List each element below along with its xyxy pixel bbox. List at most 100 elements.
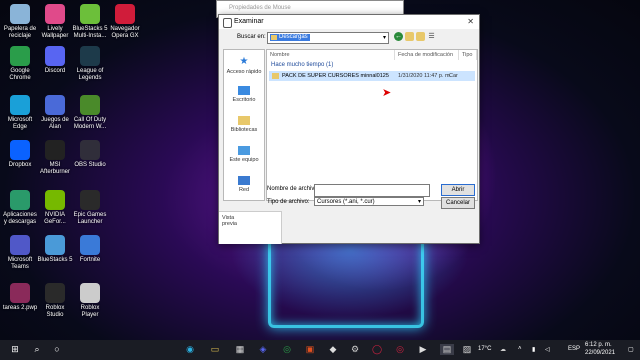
desktop-shortcut[interactable]: Fortnite — [72, 235, 108, 264]
weather-icon[interactable]: ☁ — [500, 346, 506, 353]
desktop-shortcut-label: Juegos de Alan — [41, 117, 69, 130]
settings-taskbar-icon[interactable]: ⚙ — [350, 344, 360, 355]
desktop-shortcut[interactable]: Roblox Player — [72, 283, 108, 319]
folder-icon — [272, 73, 279, 79]
roblox-studio-icon — [45, 283, 65, 303]
task-view-icon[interactable]: ○ — [52, 344, 62, 355]
chevron-down-icon[interactable]: ▾ — [418, 198, 421, 207]
desktop-shortcut[interactable]: League of Legends — [72, 46, 108, 82]
filetype-select[interactable]: Cursores (*.ani, *.cur) ▾ — [314, 197, 424, 206]
place-label: Red — [238, 187, 250, 193]
chevron-down-icon[interactable]: ▾ — [383, 34, 386, 41]
desktop-shortcut[interactable]: BlueStacks 5 Multi-Insta... — [72, 4, 108, 40]
column-name[interactable]: Nombre — [267, 50, 395, 60]
apps-folder-icon — [10, 190, 30, 210]
column-type[interactable]: Tipo — [459, 50, 477, 60]
desktop-shortcut[interactable]: tareas 2.pwp — [2, 283, 38, 312]
wallpaper-neon-frame — [268, 230, 424, 328]
explorer-taskbar-icon[interactable]: ▭ — [210, 344, 220, 355]
preview-pane: Vista previa — [219, 211, 282, 244]
desktop-shortcut[interactable]: Papelera de reciclaje — [2, 4, 38, 40]
open-button[interactable]: Abrir — [441, 184, 475, 196]
desktop-shortcut-label: BlueStacks 5 Multi-Insta... — [72, 26, 108, 39]
network-icon — [238, 176, 250, 185]
volume-icon[interactable]: ◁ — [545, 346, 550, 353]
desktop-shortcut[interactable]: NVIDIA GeFor... — [37, 190, 73, 226]
edge-taskbar-icon[interactable]: ◉ — [185, 344, 195, 355]
desktop-shortcut[interactable]: MSI Afterburner — [37, 140, 73, 176]
temperature[interactable]: 17°C — [478, 346, 491, 352]
place-desktop[interactable]: Escritorio — [224, 86, 264, 103]
dialog-title: Examinar — [234, 18, 264, 25]
recycle-bin-icon — [10, 4, 30, 24]
windows-start-icon[interactable]: ⊞ — [10, 344, 20, 355]
app-taskbar-icon[interactable]: ◆ — [328, 344, 338, 355]
tray-chevron-icon[interactable]: ˄ — [518, 346, 522, 352]
active-window-taskbar-icon[interactable]: ▤ — [440, 344, 454, 355]
group-header[interactable]: Hace mucho tiempo (1) — [271, 62, 333, 68]
bluestacks-icon — [80, 4, 100, 24]
desktop-shortcut[interactable]: Discord — [37, 46, 73, 75]
desktop-shortcut[interactable]: Call Of Duty Modern W... — [72, 95, 108, 131]
view-menu-icon[interactable]: ☰ — [427, 32, 436, 41]
place-network[interactable]: Red — [224, 176, 264, 193]
fortnite-icon — [80, 235, 100, 255]
up-folder-icon[interactable] — [405, 32, 414, 41]
notifications-icon[interactable]: ▢ — [628, 346, 634, 353]
file-row[interactable]: PACK DE SUPER CURSORES minnal0125 1/31/2… — [269, 71, 475, 81]
desktop-shortcut[interactable]: Navegador Opera GX — [107, 4, 143, 40]
close-icon[interactable]: ✕ — [467, 17, 474, 26]
desktop-shortcut-label: Roblox Player — [80, 305, 100, 318]
document-icon — [10, 283, 30, 303]
store-taskbar-icon[interactable]: ▦ — [235, 344, 245, 355]
desktop-shortcut-label: Call Of Duty Modern W... — [73, 117, 107, 130]
desktop-shortcut[interactable]: OBS Studio — [72, 140, 108, 169]
dialog-titlebar[interactable]: Examinar ✕ — [219, 15, 479, 29]
place-label: Acceso rápido — [226, 69, 262, 75]
desktop-shortcut[interactable]: BlueStacks 5 — [37, 235, 73, 264]
column-date[interactable]: Fecha de modificación — [395, 50, 459, 60]
language-indicator[interactable]: ESP — [568, 346, 580, 352]
browse-dialog: Examinar ✕ Buscar en: Descargas ▾ ← ☰ ★ … — [218, 14, 480, 244]
desktop-shortcut-label: Microsoft Edge — [7, 117, 33, 130]
look-in-label: Buscar en: — [237, 34, 266, 40]
chrome-taskbar-icon[interactable]: ◎ — [282, 344, 292, 355]
look-in-combo[interactable]: Descargas ▾ — [267, 32, 389, 44]
place-this-pc[interactable]: Este equipo — [224, 146, 264, 163]
opera-taskbar-icon[interactable]: ◯ — [372, 344, 382, 355]
desktop-shortcut-label: Epic Games Launcher — [73, 212, 107, 225]
place-quick-access[interactable]: ★ Acceso rápido — [224, 56, 264, 75]
desktop-shortcut[interactable]: Dropbox — [2, 140, 38, 169]
clock-date[interactable]: 22/09/2021 — [585, 350, 615, 356]
star-icon: ★ — [239, 56, 249, 67]
file-list[interactable]: Nombre Fecha de modificación Tipo Hace m… — [266, 49, 478, 201]
desktop-shortcut[interactable]: Microsoft Teams — [2, 235, 38, 271]
search-icon[interactable]: ⌕ — [32, 344, 42, 355]
network-tray-icon[interactable]: ▮ — [532, 346, 535, 353]
back-icon[interactable]: ← — [394, 32, 403, 41]
place-libraries[interactable]: Bibliotecas — [224, 116, 264, 133]
desktop-shortcut[interactable]: Microsoft Edge — [2, 95, 38, 131]
desktop-shortcut[interactable]: Google Chrome — [2, 46, 38, 82]
desktop-shortcut-label: BlueStacks 5 — [37, 257, 73, 263]
desktop-shortcut[interactable]: Aplicaciones y descargas — [2, 190, 38, 226]
desktop-shortcut[interactable]: Epic Games Launcher — [72, 190, 108, 226]
desktop-shortcut[interactable]: Juegos de Alan — [37, 95, 73, 131]
desktop-shortcut-label: OBS Studio — [74, 162, 106, 168]
filetype-label: Tipo de archivo: — [267, 199, 310, 205]
place-label: Este equipo — [229, 157, 259, 163]
mouse-properties-title: Propiedades de Mouse — [229, 5, 291, 11]
filename-input[interactable] — [314, 184, 430, 197]
clock-time[interactable]: 6:12 p. m. — [585, 342, 612, 348]
new-folder-icon[interactable] — [416, 32, 425, 41]
desktop-shortcut[interactable]: Roblox Studio — [37, 283, 73, 319]
obs-icon — [80, 140, 100, 160]
office-taskbar-icon[interactable]: ▣ — [305, 344, 315, 355]
discord-taskbar-icon[interactable]: ◈ — [258, 344, 268, 355]
photos-taskbar-icon[interactable]: ▨ — [462, 344, 472, 355]
opera-gx-taskbar-icon[interactable]: ◎ — [395, 344, 405, 355]
desktop-shortcut[interactable]: Lively Wallpaper — [37, 4, 73, 40]
cancel-button[interactable]: Cancelar — [441, 197, 475, 209]
cod-icon — [80, 95, 100, 115]
media-taskbar-icon[interactable]: ▶ — [418, 344, 428, 355]
